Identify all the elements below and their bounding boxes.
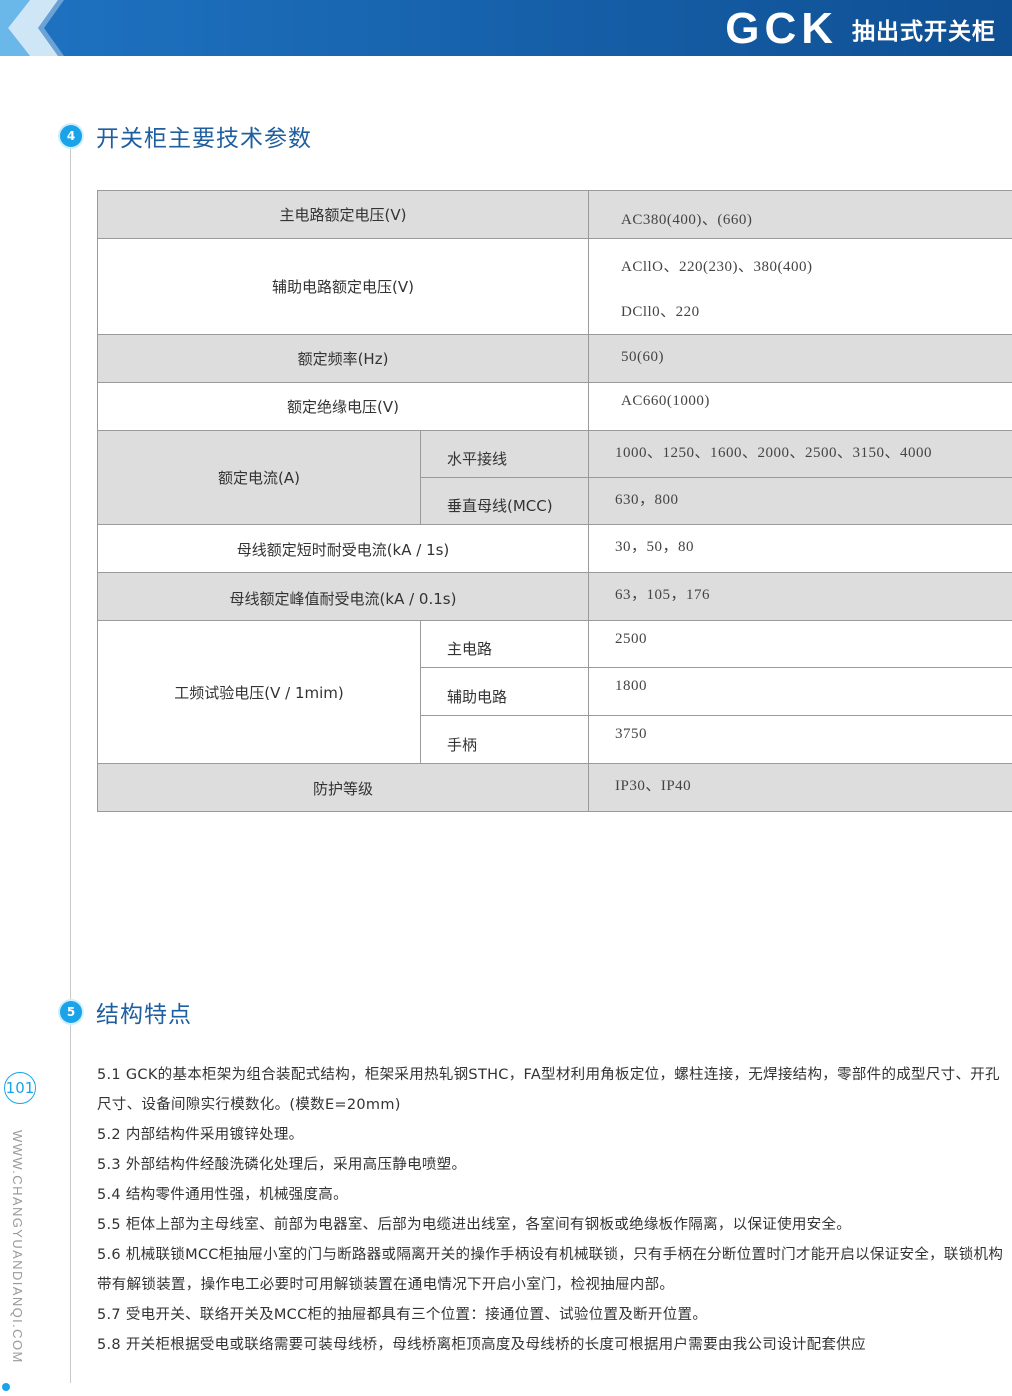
- row-label: 额定电流(A): [97, 430, 421, 525]
- row-label: 辅助电路额定电压(V): [97, 238, 589, 335]
- table-row: 额定电流(A) 水平接线 1000、1250、1600、2000、2500、31…: [97, 430, 1012, 525]
- row-value: AC380(400)、(660): [588, 190, 1012, 239]
- row-value: 50(60): [588, 334, 1012, 383]
- row-value: 63，105，176: [588, 572, 1012, 621]
- row-value: IP30、IP40: [588, 763, 1012, 812]
- side-rule: [70, 133, 71, 1383]
- row-value: 3750: [588, 715, 1012, 764]
- page-number: 101: [4, 1072, 36, 1104]
- feature-item: 5.7 受电开关、联络开关及MCC柜的抽屉都具有三个位置：接通位置、试验位置及断…: [97, 1307, 708, 1323]
- sub-label: 辅助电路: [420, 667, 589, 716]
- table-row: 工频试验电压(V / 1mim) 主电路 2500: [97, 620, 1012, 764]
- row-label: 防护等级: [97, 763, 589, 812]
- section-number-badge: 5: [60, 1001, 82, 1023]
- feature-item: 5.8 开关柜根据受电或联络需要可装母线桥，母线桥离柜顶高度及母线桥的长度可根据…: [97, 1337, 866, 1353]
- table-row: 母线额定峰值耐受电流(kA / 0.1s) 63，105，176: [97, 572, 1012, 621]
- feature-item: 5.2 内部结构件采用镀锌处理。: [97, 1127, 304, 1143]
- feature-item: 5.1 GCK的基本柜架为组合装配式结构，柜架采用热轧钢STHC，FA型材利用角…: [97, 1067, 1000, 1113]
- row-value: AC660(1000): [588, 382, 1012, 431]
- feature-item: 5.5 柜体上部为主母线室、前部为电器室、后部为电缆进出线室，各室间有钢板或绝缘…: [97, 1217, 852, 1233]
- brand-name: GCK: [725, 4, 838, 53]
- feature-item: 5.4 结构零件通用性强，机械强度高。: [97, 1187, 348, 1203]
- row-label: 主电路额定电压(V): [97, 190, 589, 239]
- sub-label: 垂直母线(MCC): [420, 477, 589, 525]
- header-title: GCK 抽出式开关柜: [725, 6, 996, 52]
- sub-label: 手柄: [420, 715, 589, 764]
- table-row: 额定绝缘电压(V) AC660(1000): [97, 382, 1012, 431]
- side-dot: [2, 1383, 10, 1391]
- table-row: 额定频率(Hz) 50(60): [97, 334, 1012, 383]
- section-5-heading: 5 结构特点: [60, 995, 192, 1029]
- table-row: 主电路额定电压(V) AC380(400)、(660): [97, 190, 1012, 239]
- website-url: WWW.CHANGYUANDIANQI.COM: [10, 1130, 25, 1364]
- table-row: 防护等级 IP30、IP40: [97, 763, 1012, 812]
- feature-item: 5.3 外部结构件经酸洗磷化处理后，采用高压静电喷塑。: [97, 1157, 467, 1173]
- sub-label: 水平接线: [420, 430, 589, 478]
- row-label: 额定频率(Hz): [97, 334, 589, 383]
- ac-value: ACllO、220(230)、380(400): [621, 259, 813, 275]
- table-row: 辅助电路额定电压(V) ACllO、220(230)、380(400) DCll…: [97, 238, 1012, 335]
- feature-list: 5.1 GCK的基本柜架为组合装配式结构，柜架采用热轧钢STHC，FA型材利用角…: [97, 1060, 1012, 1360]
- feature-item: 5.6 机械联锁MCC柜抽屉小室的门与断路器或隔离开关的操作手柄设有机械联锁，只…: [97, 1247, 1004, 1293]
- row-label: 工频试验电压(V / 1mim): [97, 620, 421, 764]
- row-value: 1800: [588, 667, 1012, 716]
- dc-value: DCll0、220: [621, 304, 700, 320]
- row-value: 630，800: [588, 477, 1012, 525]
- row-value: 30，50，80: [588, 524, 1012, 573]
- section-title: 结构特点: [96, 1002, 192, 1028]
- section-title: 开关柜主要技术参数: [96, 126, 312, 152]
- row-value: 2500: [588, 620, 1012, 668]
- row-label: 母线额定峰值耐受电流(kA / 0.1s): [97, 572, 589, 621]
- section-4-heading: 4 开关柜主要技术参数: [60, 119, 312, 153]
- row-value: 1000、1250、1600、2000、2500、3150、4000: [588, 430, 1012, 478]
- row-label: 母线额定短时耐受电流(kA / 1s): [97, 524, 589, 573]
- sub-label: 主电路: [420, 620, 589, 668]
- spec-table: 主电路额定电压(V) AC380(400)、(660) 辅助电路额定电压(V) …: [97, 190, 1012, 812]
- row-value: ACllO、220(230)、380(400) DCll0、220: [588, 238, 1012, 335]
- table-row: 母线额定短时耐受电流(kA / 1s) 30，50，80: [97, 524, 1012, 573]
- product-name: 抽出式开关柜: [852, 19, 996, 45]
- section-number-badge: 4: [60, 125, 82, 147]
- row-label: 额定绝缘电压(V): [97, 382, 589, 431]
